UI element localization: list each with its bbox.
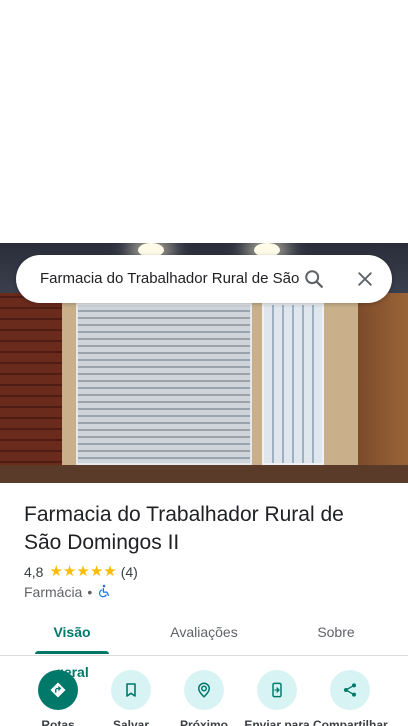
wheelchair-icon [97, 584, 111, 601]
floor [0, 465, 408, 483]
share-button[interactable]: Compartilhar [313, 670, 388, 726]
action-label: Salvar [112, 718, 150, 726]
action-label: Rotas [41, 718, 75, 726]
send-to-phone-icon [257, 670, 297, 710]
active-tab-indicator [35, 651, 109, 654]
side-wall [356, 293, 408, 483]
search-icon[interactable] [298, 263, 330, 295]
tab-reviews[interactable]: Avaliações [164, 612, 244, 656]
action-label: Próximo [179, 718, 228, 726]
share-icon [330, 670, 370, 710]
star-icon: ★ [49, 563, 63, 580]
category-row: Farmácia • [24, 583, 111, 601]
rolling-shutter [76, 303, 252, 465]
place-tabs: Visão geral Avaliações Sobre [0, 612, 408, 680]
close-icon[interactable] [349, 263, 381, 295]
rating-row[interactable]: 4,8 ★ ★ ★ ★ ★ (4) [24, 563, 138, 581]
separator: • [87, 584, 93, 600]
nearby-icon [184, 670, 224, 710]
save-button[interactable]: Salvar [94, 670, 168, 726]
directions-button[interactable]: Rotas [21, 670, 95, 726]
star-icon: ★ [103, 563, 117, 580]
metal-door [262, 303, 324, 465]
rating-value: 4,8 [24, 564, 44, 580]
bookmark-icon [111, 670, 151, 710]
nearby-button[interactable]: Próximo [167, 670, 241, 726]
star-icon: ★ [89, 563, 104, 580]
action-bar: Rotas Salvar Próximo Enviar para Compart… [0, 670, 408, 726]
place-title: Farmacia do Trabalhador Rural de São Dom… [24, 503, 344, 554]
directions-icon [38, 670, 78, 710]
action-label: Enviar para [244, 718, 310, 726]
action-label: Compartilhar [313, 718, 388, 726]
search-input[interactable]: Farmacia do Trabalhador Rural de São Dom… [40, 255, 302, 303]
map-area[interactable] [0, 0, 408, 243]
star-rating: ★ ★ ★ ★ ★ [49, 564, 116, 580]
brick-wall [0, 293, 62, 483]
review-count: (4) [120, 564, 138, 580]
star-icon: ★ [76, 563, 90, 580]
tab-overview[interactable]: Visão geral [35, 612, 109, 680]
place-category: Farmácia [24, 584, 83, 600]
send-to-phone-button[interactable]: Enviar para [240, 670, 314, 726]
search-bar[interactable]: Farmacia do Trabalhador Rural de São Dom… [16, 255, 392, 303]
star-icon: ★ [62, 563, 77, 580]
tab-about[interactable]: Sobre [310, 612, 362, 656]
